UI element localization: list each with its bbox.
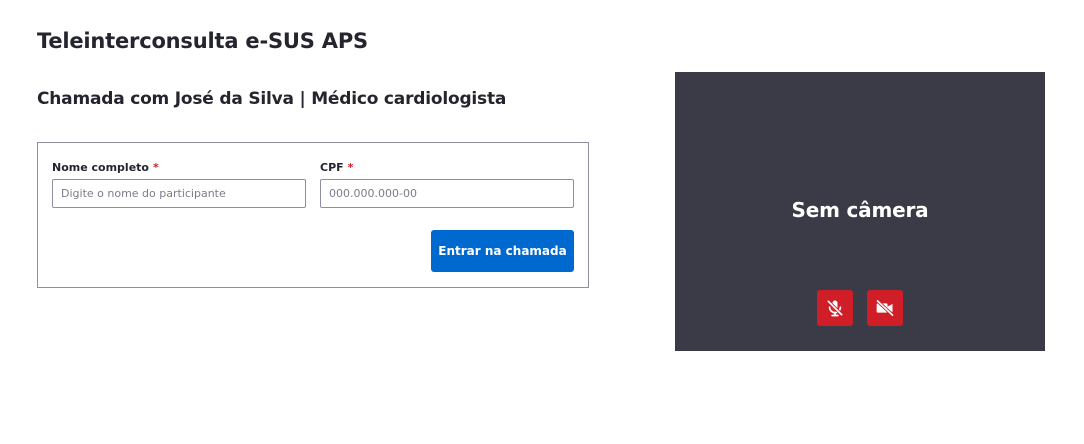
join-form: Nome completo* CPF* Entrar na chamada <box>37 142 589 288</box>
cpf-input[interactable] <box>320 179 574 208</box>
cpf-field-group: CPF * <box>320 161 574 208</box>
no-camera-text: Sem câmera <box>791 198 929 222</box>
name-field-group: Nome completo * <box>52 161 306 208</box>
video-preview: Sem câmera <box>675 72 1045 351</box>
camera-off-icon <box>875 298 895 318</box>
page: Teleinterconsulta e-SUS APS Chamada com … <box>0 0 1084 444</box>
required-mark: * <box>347 161 354 174</box>
name-field-label: Nome completo * <box>52 161 306 177</box>
app-title: Teleinterconsulta e-SUS APS <box>37 29 368 53</box>
name-field-label-text: Nome completo <box>52 161 149 174</box>
call-title: Chamada com José da Silva | Médico cardi… <box>37 89 507 109</box>
required-mark: * <box>152 161 159 174</box>
mic-off-icon <box>825 298 845 318</box>
toggle-mic-button[interactable] <box>817 290 853 326</box>
join-call-button[interactable]: Entrar na chamada <box>431 230 574 272</box>
cpf-field-label: CPF * <box>320 161 574 177</box>
cpf-field-label-text: CPF <box>320 161 344 174</box>
name-input[interactable] <box>52 179 306 208</box>
toggle-camera-button[interactable] <box>867 290 903 326</box>
